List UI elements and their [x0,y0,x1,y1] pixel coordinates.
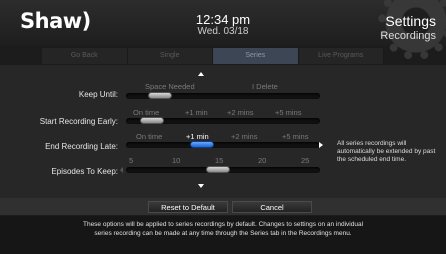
keep-until-knob[interactable] [148,92,172,99]
reset-default-button[interactable]: Reset to Default [148,201,228,213]
keep-until-option-space-needed: Space Needed [145,82,195,91]
keep-until-label: Keep Until: [78,90,118,99]
end-late-knob[interactable] [190,141,214,148]
tab-go-back[interactable]: Go Back [42,48,128,64]
page-subtitle: Recordings [380,30,436,42]
start-early-option-2mins: +2 mins [227,108,254,117]
episodes-slider[interactable] [126,166,320,173]
start-early-option-1min: +1 min [185,108,208,117]
episodes-option-25: 25 [301,156,310,165]
keep-until-option-i-delete: I Delete [252,82,278,91]
start-early-option-on-time: On time [133,108,160,117]
start-early-knob[interactable] [140,117,164,124]
scroll-up-icon[interactable] [198,72,204,76]
clock-date: Wed. 03/18 [197,26,249,37]
end-late-option-2mins: +2 mins [231,132,258,141]
chevron-left-icon[interactable] [120,167,123,173]
tab-series[interactable]: Series [213,48,299,64]
episodes-label: Episodes To Keep: [51,167,118,176]
end-late-label: End Recording Late: [45,142,118,151]
settings-panel [0,65,446,198]
end-late-option-1min: +1 min [186,132,209,141]
episodes-option-10: 10 [172,156,181,165]
keep-until-slider[interactable] [126,92,320,99]
clock: 12:34 pm Wed. 03/18 [0,13,446,37]
scroll-down-icon[interactable] [198,184,204,188]
episodes-knob[interactable] [206,166,230,173]
end-late-option-on-time: On time [136,132,163,141]
episodes-option-5: 5 [129,156,134,165]
episodes-option-15: 15 [215,156,224,165]
end-late-slider[interactable] [126,141,320,148]
end-late-option-5mins: +5 mins [282,132,309,141]
cancel-button[interactable]: Cancel [232,201,312,213]
clock-time: 12:34 pm [195,12,251,27]
tab-live-programs[interactable]: Live Programs [298,48,384,64]
tab-single[interactable]: Single [127,48,213,64]
start-early-label: Start Recording Early: [39,117,118,126]
tab-bar: Go Back Single Series Live Programs [42,48,384,64]
start-early-option-5mins: +5 mins [275,108,302,117]
chevron-right-icon[interactable] [319,142,323,148]
page-title: Settings [385,13,436,29]
episodes-option-20: 20 [258,156,267,165]
end-late-note: All series recordings will automatically… [337,140,436,163]
footer-help-text: These options will be applied to series … [82,221,364,237]
start-early-slider[interactable] [126,117,320,124]
